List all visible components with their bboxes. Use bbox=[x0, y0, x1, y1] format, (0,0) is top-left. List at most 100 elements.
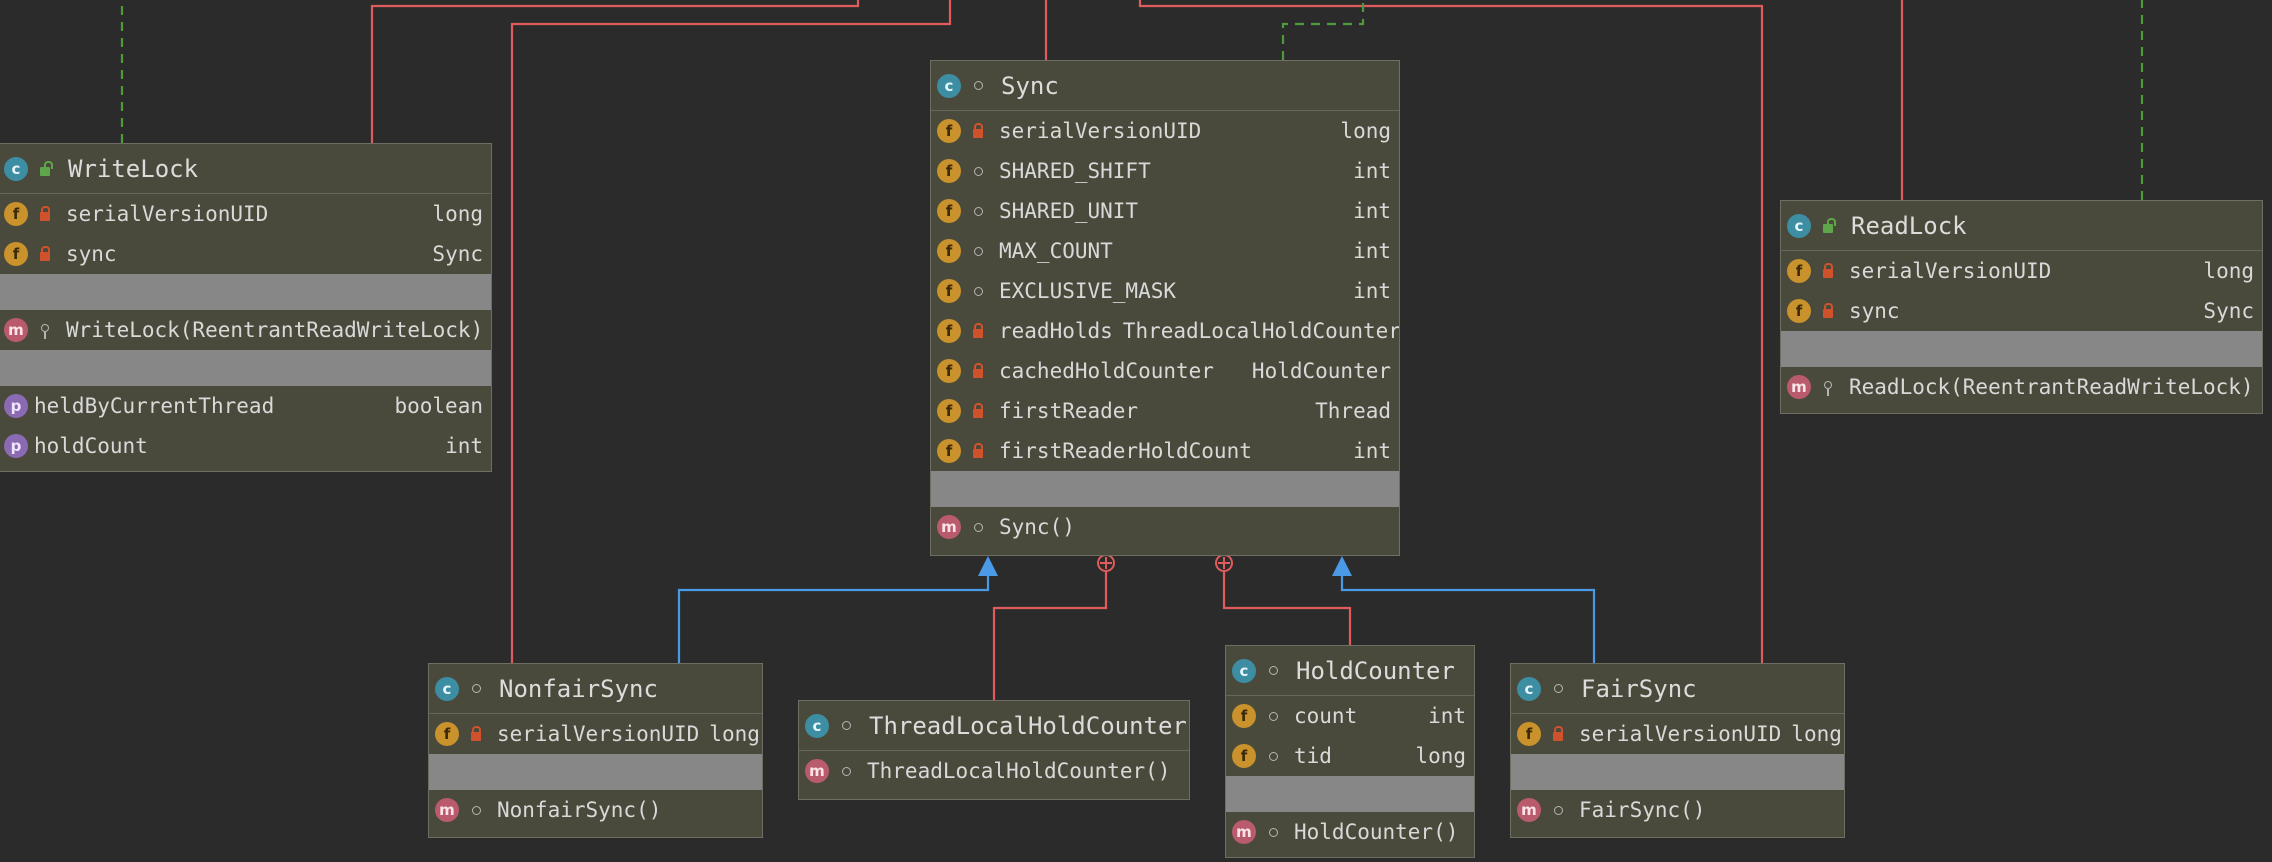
field-icon: f bbox=[1232, 744, 1256, 768]
field-type: Sync bbox=[432, 242, 483, 266]
field-icon: f bbox=[1232, 704, 1256, 728]
method-icon: m bbox=[1232, 820, 1256, 844]
private-lock-icon bbox=[969, 123, 987, 138]
property-type: int bbox=[445, 434, 483, 458]
method-icon: m bbox=[435, 798, 459, 822]
field-row: f firstReaderHoldCount int bbox=[931, 431, 1399, 471]
package-private-icon bbox=[969, 206, 987, 216]
field-icon: f bbox=[937, 319, 961, 343]
method-name: NonfairSync() bbox=[497, 798, 662, 822]
package-private-icon bbox=[1264, 751, 1282, 761]
field-icon: f bbox=[937, 399, 961, 423]
field-row: f serialVersionUID long bbox=[0, 194, 491, 234]
field-row: f serialVersionUID long bbox=[429, 714, 762, 754]
section-separator bbox=[429, 754, 762, 790]
field-name: serialVersionUID bbox=[497, 722, 700, 746]
method-row: m FairSync() bbox=[1511, 790, 1844, 830]
field-icon: f bbox=[937, 159, 961, 183]
property-type: boolean bbox=[394, 394, 483, 418]
field-row: f MAX_COUNT int bbox=[931, 231, 1399, 271]
method-row: m WriteLock(ReentrantReadWriteLock) bbox=[0, 310, 491, 350]
private-lock-icon bbox=[1819, 263, 1837, 278]
inheritance-edge bbox=[677, 572, 990, 663]
field-icon: f bbox=[937, 239, 961, 263]
field-row: f EXCLUSIVE_MASK int bbox=[931, 271, 1399, 311]
property-row: p heldByCurrentThread boolean bbox=[0, 386, 491, 426]
package-private-icon bbox=[969, 286, 987, 296]
field-type: long bbox=[1791, 722, 1842, 746]
section-separator bbox=[0, 350, 491, 386]
field-name: SHARED_UNIT bbox=[999, 199, 1139, 223]
field-name: firstReaderHoldCount bbox=[999, 439, 1252, 463]
field-row: f cachedHoldCounter HoldCounter bbox=[931, 351, 1399, 391]
inner-class-marker bbox=[1097, 554, 1115, 572]
method-row: m NonfairSync() bbox=[429, 790, 762, 830]
field-name: count bbox=[1294, 704, 1358, 728]
class-header: c NonfairSync bbox=[429, 664, 762, 714]
field-type: long bbox=[709, 722, 760, 746]
private-lock-icon bbox=[36, 246, 54, 261]
field-icon: f bbox=[937, 199, 961, 223]
field-type: long bbox=[432, 202, 483, 226]
field-row: f readHolds ThreadLocalHoldCounter bbox=[931, 311, 1399, 351]
class-icon: c bbox=[1787, 213, 1811, 238]
field-name: serialVersionUID bbox=[999, 119, 1202, 143]
realization-edge bbox=[1281, 0, 1365, 60]
package-private-icon bbox=[1264, 711, 1282, 721]
field-type: int bbox=[1428, 704, 1466, 728]
class-header: c Sync bbox=[931, 61, 1399, 111]
package-private-icon bbox=[467, 684, 485, 693]
class-box-fair-sync[interactable]: c FairSync f serialVersionUID long m FairSy… bbox=[1510, 663, 1845, 838]
field-icon: f bbox=[4, 242, 28, 266]
field-row: f count int bbox=[1226, 696, 1474, 736]
class-box-hold-counter[interactable]: c HoldCounter f count int f tid long m HoldCo… bbox=[1225, 645, 1475, 858]
field-row: f serialVersionUID long bbox=[931, 111, 1399, 151]
method-name: Sync() bbox=[999, 515, 1075, 539]
field-row: f firstReader Thread bbox=[931, 391, 1399, 431]
field-type: int bbox=[1353, 199, 1391, 223]
inheritance-arrowhead bbox=[978, 556, 998, 576]
class-name: Sync bbox=[1001, 71, 1059, 100]
package-private-icon bbox=[837, 766, 855, 776]
field-icon: f bbox=[1517, 722, 1541, 746]
class-name: ThreadLocalHoldCounter bbox=[869, 711, 1187, 740]
method-icon: m bbox=[805, 759, 829, 783]
method-icon: m bbox=[937, 515, 961, 539]
section-separator bbox=[1511, 754, 1844, 790]
class-name: WriteLock bbox=[68, 154, 199, 183]
field-name: MAX_COUNT bbox=[999, 239, 1113, 263]
class-icon: c bbox=[937, 73, 961, 98]
class-header: c HoldCounter bbox=[1226, 646, 1474, 696]
field-row: f SHARED_SHIFT int bbox=[931, 151, 1399, 191]
field-icon: f bbox=[1787, 299, 1811, 323]
public-unlock-icon bbox=[36, 160, 54, 176]
package-private-icon bbox=[969, 81, 987, 90]
class-box-read-lock[interactable]: c ReadLock f serialVersionUID long f sync Sy… bbox=[1780, 200, 2263, 414]
method-row: m ThreadLocalHoldCounter() bbox=[799, 751, 1189, 791]
field-icon: f bbox=[937, 119, 961, 143]
property-icon: p bbox=[4, 434, 28, 458]
private-lock-icon bbox=[36, 206, 54, 221]
class-box-write-lock[interactable]: c WriteLock f serialVersionUID long f sync S… bbox=[0, 143, 492, 472]
field-icon: f bbox=[937, 359, 961, 383]
field-type: HoldCounter bbox=[1251, 359, 1391, 383]
class-icon: c bbox=[805, 713, 829, 738]
section-separator bbox=[1781, 331, 2262, 367]
protected-key-icon bbox=[1819, 380, 1837, 396]
field-icon: f bbox=[937, 439, 961, 463]
inner-class-marker bbox=[1215, 554, 1233, 572]
inner-class-edge bbox=[510, 0, 952, 663]
public-unlock-icon bbox=[1819, 217, 1837, 233]
method-row: m HoldCounter() bbox=[1226, 812, 1474, 852]
class-icon: c bbox=[1517, 676, 1541, 701]
field-row: f serialVersionUID long bbox=[1511, 714, 1844, 754]
class-icon: c bbox=[435, 676, 459, 701]
class-box-thread-local-hold-counter[interactable]: c ThreadLocalHoldCounter m ThreadLocalHol… bbox=[798, 700, 1190, 800]
private-lock-icon bbox=[1549, 726, 1567, 741]
field-row: f tid long bbox=[1226, 736, 1474, 776]
class-box-sync[interactable]: c Sync f serialVersionUID long f SHARED_SHI… bbox=[930, 60, 1400, 556]
field-name: tid bbox=[1294, 744, 1332, 768]
class-box-nonfair-sync[interactable]: c NonfairSync f serialVersionUID long m Non… bbox=[428, 663, 763, 838]
field-icon: f bbox=[435, 722, 459, 746]
property-name: holdCount bbox=[34, 434, 148, 458]
